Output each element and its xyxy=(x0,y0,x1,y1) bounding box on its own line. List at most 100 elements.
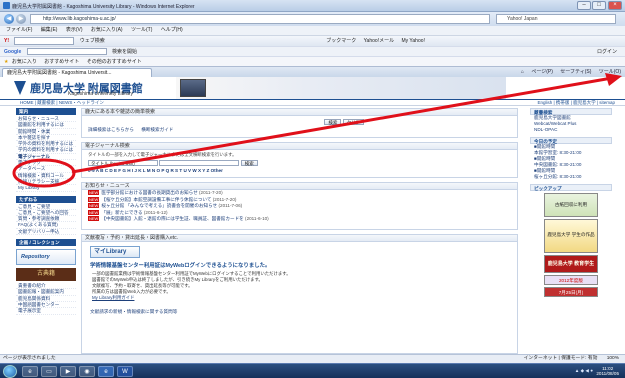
new-badge: NEW xyxy=(88,209,100,215)
menu-favorites[interactable]: お気に入り(A) xyxy=(91,27,123,33)
pickup-banner[interactable]: 鹿児島大学 学生の作品 xyxy=(544,219,598,253)
quick-search-box: 鹿大にある本や雑誌の簡単検索 検索 クリア 詳細検索はこちらから 横断検索ガイド xyxy=(81,108,518,138)
yahoo-mail-link[interactable]: Yahoo!メール xyxy=(364,38,394,44)
browser-screen: 鹿児島大学附属図書館 - Kagoshima University Librar… xyxy=(0,0,625,378)
main-content: 鹿大にある本や雑誌の簡単検索 検索 クリア 詳細検索はこちらから 横断検索ガイド… xyxy=(81,108,518,354)
new-badge: NEW xyxy=(88,190,100,195)
alphabet-index[interactable]: 0-9 A B C D E F G H I J K L M N O P Q R … xyxy=(82,166,517,173)
tab-title: 鹿児島大学附属図書館 - Kagoshima Universit... xyxy=(7,70,112,76)
google-logo: Google xyxy=(4,49,22,55)
repository-banner[interactable]: Repository xyxy=(16,249,76,266)
sidebar-item[interactable]: 文献デリバリー申込 xyxy=(16,229,76,236)
ejournal-select-value: タイトル (begins with) xyxy=(91,161,135,166)
ie-window-taskbar-icon[interactable]: e xyxy=(98,366,114,377)
page-menu[interactable]: ページ(P) xyxy=(531,69,553,75)
system-tray[interactable]: ▲ ◆ ◀ ● xyxy=(575,368,593,374)
right-heading-today: 今日の予定 xyxy=(530,137,612,144)
new-badge: NEW xyxy=(88,196,100,202)
menu-edit[interactable]: 編集(E) xyxy=(41,27,58,33)
minimize-button[interactable]: – xyxy=(577,1,591,10)
my-yahoo-link[interactable]: My Yahoo! xyxy=(401,38,424,44)
today-line: 桜ヶ丘分館: 8:30-21:00 xyxy=(534,174,582,179)
browser-search-input[interactable]: Yahoo! Japan xyxy=(496,14,616,24)
tools-menu[interactable]: ツール(O) xyxy=(599,69,621,75)
close-button[interactable]: × xyxy=(608,1,622,10)
news-item[interactable]: NEW 医学部分館における図書の長期貸出のお知らせ (2011-7-20) xyxy=(82,190,517,197)
bookmarks-link[interactable]: ブックマーク xyxy=(326,38,356,44)
pickup-banner[interactable]: 7月25日(月) xyxy=(544,287,598,297)
cross-search-link[interactable]: 横断検索ガイド xyxy=(141,127,173,132)
start-button[interactable] xyxy=(3,365,17,378)
home-icon[interactable]: ⌂ xyxy=(521,69,524,75)
quick-search-heading: 鹿大にある本や雑誌の簡単検索 xyxy=(82,109,517,116)
favorites-button[interactable]: お気に入り xyxy=(12,59,37,65)
ie-icon xyxy=(3,2,10,9)
command-bar: ⌂ ページ(P) セーフティ(S) ツール(O) xyxy=(515,68,621,77)
header-banner xyxy=(176,77,506,99)
ejournal-search-button[interactable]: 検索 xyxy=(240,160,258,166)
detail-search-link[interactable]: 詳細検索はこちらから xyxy=(88,127,134,132)
menu-view[interactable]: 表示(V) xyxy=(66,27,83,33)
maximize-button[interactable]: □ xyxy=(592,1,606,10)
google-toolbar: Google 検索を開始 ログイン xyxy=(0,46,625,56)
header-photo xyxy=(180,79,206,97)
news-item[interactable]: NEW 桜ヶ丘分館 「みんなで考える」読書会を開催のお知らせ (2011-7-06… xyxy=(82,203,517,210)
news-heading: お知らせ・ニュース xyxy=(82,183,517,190)
favorites-bar: ★ お気に入り おすすめサイト その他のおすすめサイト xyxy=(0,56,625,66)
media-taskbar-icon[interactable]: ▶ xyxy=(60,366,76,377)
news-item[interactable]: NEW 【中央図書館】入館・退館の際には学生証、職員証、図書館カードを (2011… xyxy=(82,216,517,223)
ejournal-heading: 電子ジャーナル検索 xyxy=(82,143,517,150)
menu-help[interactable]: ヘルプ(H) xyxy=(161,27,183,33)
pickup-banner[interactable]: 2012年度版 xyxy=(544,275,598,285)
ejournal-search-box: 電子ジャーナル検索 タイトルの一部を入力して電子ジャーナルまたは全文横断検索を行… xyxy=(81,142,518,178)
zoom-level[interactable]: 100% xyxy=(607,356,619,361)
right-heading-catalog: 蔵書検索 xyxy=(530,108,612,115)
clock[interactable]: 11:02 2011/08/05 xyxy=(596,366,619,376)
classics-banner[interactable]: 古典籍 xyxy=(16,268,76,282)
yahoo-logo: Y! xyxy=(4,38,9,44)
pickup-banner[interactable]: 古紙回収に利用 xyxy=(544,193,598,217)
forward-button[interactable]: ▶ xyxy=(16,14,26,24)
ejournal-select[interactable]: タイトル (begins with) xyxy=(88,160,158,166)
mylibrary-title: 学術情報基盤センター利用証はMyWebログインできるようになりました。 xyxy=(90,263,271,269)
menu-file[interactable]: ファイル(F) xyxy=(6,27,32,33)
right-heading-pickup: ピックアップ xyxy=(530,184,612,191)
right-column: 蔵書検索 鹿児島大学図書館 Webcat/Webcat Plus NDL-OPA… xyxy=(530,108,612,354)
yahoo-search-input[interactable] xyxy=(14,36,75,45)
subnav-right-links[interactable]: English | 携帯版 | 鹿児島大学 | sitemap xyxy=(537,100,615,106)
search-button[interactable]: 検索 xyxy=(324,119,342,125)
clear-button[interactable]: クリア xyxy=(342,119,365,125)
mylibrary-heading: 文献複写・予約・貸出延長・図書購入etc. xyxy=(82,235,517,242)
mylibrary-logo[interactable]: マイLibrary xyxy=(90,246,140,258)
back-button[interactable]: ◀ xyxy=(4,14,14,24)
clock-date: 2011/08/05 xyxy=(596,371,619,376)
url-input[interactable]: http://www.lib.kagoshima-u.ac.jp/ xyxy=(30,14,490,24)
suggested-sites-link[interactable]: おすすめサイト xyxy=(44,59,79,65)
right-link[interactable]: NDL-OPAC xyxy=(530,127,612,133)
word-taskbar-icon[interactable]: W xyxy=(117,366,133,377)
sidebar-item[interactable]: My Library xyxy=(16,185,76,192)
yahoo-toolbar: Y! ウェブ検索 ブックマーク Yahoo!メール My Yahoo! xyxy=(0,35,625,46)
address-row: ◀ ▶ http://www.lib.kagoshima-u.ac.jp/ Ya… xyxy=(0,12,625,26)
faq-link[interactable]: 文献請求の新規・情報検索に関する質問等 xyxy=(82,301,517,315)
app-taskbar-icon[interactable]: ◉ xyxy=(79,366,95,377)
new-badge: NEW xyxy=(88,216,100,222)
security-zone[interactable]: インターネット | 保護モード: 有効 xyxy=(524,356,598,361)
more-sites-link[interactable]: その他のおすすめサイト xyxy=(87,59,142,65)
yahoo-search-hint[interactable]: ウェブ検索 xyxy=(80,38,105,44)
subnav-links[interactable]: HOME | 蔵書検索 | NEWS・ヘッドライン xyxy=(20,100,104,105)
new-badge: NEW xyxy=(88,203,100,209)
ejournal-input[interactable] xyxy=(159,160,240,166)
status-text: ページが表示されました xyxy=(3,356,56,361)
menu-tools[interactable]: ツール(T) xyxy=(131,27,152,33)
folder-taskbar-icon[interactable]: ▭ xyxy=(41,366,57,377)
window-title: 鹿児島大学附属図書館 - Kagoshima University Librar… xyxy=(12,4,195,10)
safety-menu[interactable]: セーフティ(S) xyxy=(560,69,591,75)
ie-taskbar-icon[interactable]: e xyxy=(22,366,38,377)
google-search-button[interactable]: 検索を開始 xyxy=(112,49,137,55)
sidebar-heading-ask: たずねる xyxy=(16,195,76,203)
pickup-banner[interactable]: 鹿児島大学 教育学生 xyxy=(544,255,598,273)
site-header: 鹿児島大学 附属図書館 Kagoshima University Library xyxy=(0,77,625,99)
google-search-input[interactable] xyxy=(26,48,107,56)
sidebar-item[interactable]: 電子展示室 xyxy=(16,308,76,315)
